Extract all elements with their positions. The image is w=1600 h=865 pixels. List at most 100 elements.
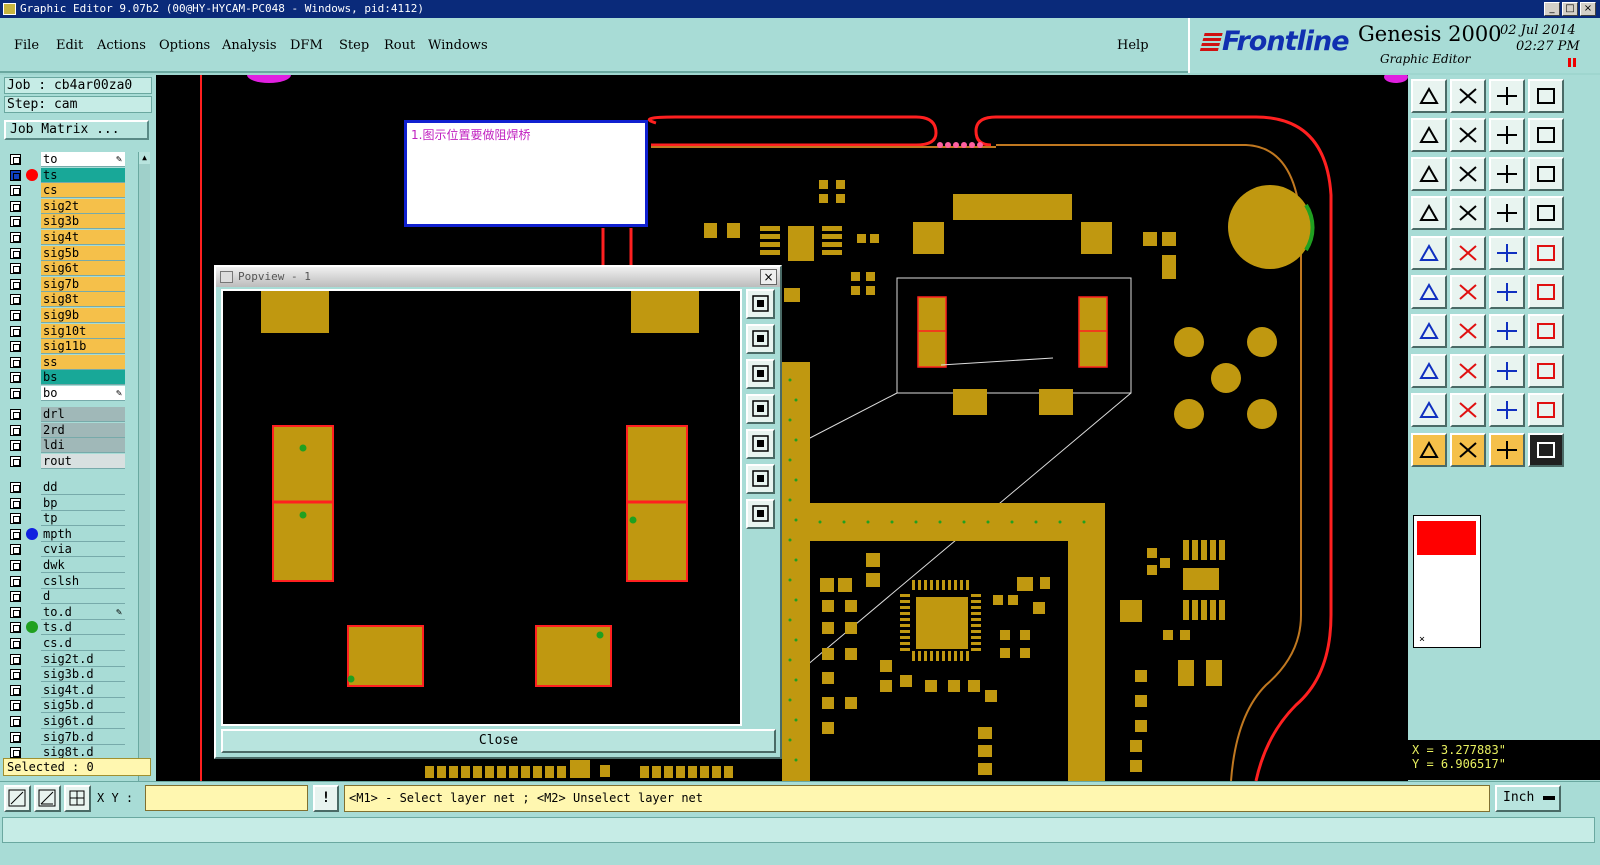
rotate-tool[interactable] xyxy=(1489,314,1525,348)
layer-checkbox[interactable] xyxy=(10,372,21,384)
layer-checkbox[interactable] xyxy=(10,482,21,493)
page-right-tool[interactable] xyxy=(1450,118,1486,152)
zoom-box-button[interactable] xyxy=(4,785,31,812)
layer-checkbox[interactable] xyxy=(10,424,21,436)
layer-checkbox[interactable] xyxy=(10,388,21,399)
layer-row[interactable]: sig2t xyxy=(5,198,125,214)
layer-checkbox[interactable] xyxy=(10,669,21,681)
units-dropdown[interactable]: Inch xyxy=(1495,785,1561,812)
layer-row[interactable]: sig11b xyxy=(5,339,125,355)
layer-name[interactable]: bs xyxy=(41,370,125,386)
layer-row[interactable]: bs xyxy=(5,370,125,386)
layer-row[interactable]: sig4t xyxy=(5,230,125,245)
pointer-edit-tool[interactable] xyxy=(1489,433,1525,467)
menu-windows[interactable]: Windows xyxy=(428,38,488,53)
layer-checkbox[interactable] xyxy=(10,232,21,243)
scroll-up-icon[interactable]: ▲ xyxy=(139,152,150,164)
layer-name[interactable]: sig2t xyxy=(41,198,125,214)
layer-checkbox[interactable] xyxy=(10,638,21,649)
layer-row[interactable]: sig6t.d xyxy=(5,714,125,729)
pointer-select-tool[interactable] xyxy=(1450,433,1486,467)
triangle-d-tool[interactable] xyxy=(1528,393,1564,427)
layer-name[interactable]: ts.d xyxy=(41,620,125,636)
zoom-center-tool[interactable] xyxy=(1450,157,1486,191)
layer-checkbox[interactable] xyxy=(10,544,21,556)
layer-row[interactable]: bo ✎ xyxy=(5,386,125,401)
layer-row[interactable]: sig7b.d xyxy=(5,729,125,745)
zoom-center-button[interactable] xyxy=(746,499,775,529)
menu-dfm[interactable]: DFM xyxy=(290,38,323,53)
popview-drawing[interactable] xyxy=(223,291,740,724)
ruler-tool[interactable] xyxy=(1489,236,1525,270)
layer-name[interactable]: sig7b xyxy=(41,276,125,292)
page-left-tool[interactable] xyxy=(1411,118,1447,152)
layer-row[interactable]: 2rd xyxy=(5,422,125,438)
layer-row[interactable]: ldi xyxy=(5,438,125,454)
layer-name[interactable]: sig4t.d xyxy=(41,682,125,698)
layer-name[interactable]: ss xyxy=(41,354,125,370)
layer-name[interactable]: sig6t.d xyxy=(41,714,125,729)
page-down-tool[interactable] xyxy=(1450,79,1486,113)
layer-checkbox[interactable] xyxy=(10,294,21,306)
layer-checkbox[interactable] xyxy=(10,653,21,665)
place-tool[interactable] xyxy=(1411,354,1447,388)
layer-checkbox[interactable] xyxy=(10,356,21,368)
redraw-tool[interactable] xyxy=(1489,118,1525,152)
layer-checkbox[interactable] xyxy=(10,278,21,290)
s-curve-tool[interactable] xyxy=(1528,118,1564,152)
layer-row[interactable]: cs.d xyxy=(5,636,125,651)
layer-row[interactable]: sig5b.d xyxy=(5,698,125,714)
layer-row[interactable]: ts.d xyxy=(5,620,125,636)
move-line-tool[interactable] xyxy=(1528,275,1564,309)
layer-name[interactable]: rout xyxy=(41,453,125,469)
add-line-tool[interactable] xyxy=(1450,236,1486,270)
layer-row[interactable]: ss xyxy=(5,354,125,370)
layer-name[interactable]: 2rd xyxy=(41,422,125,438)
layer-name[interactable]: sig11b xyxy=(41,339,125,355)
overview-viewport[interactable] xyxy=(1417,521,1476,555)
menu-file[interactable]: File xyxy=(14,38,39,53)
pause-icon[interactable] xyxy=(1568,58,1576,67)
menu-step[interactable]: Step xyxy=(339,38,369,53)
layer-checkbox[interactable] xyxy=(10,409,21,420)
layer-checkbox[interactable] xyxy=(10,622,21,634)
pointer-tool[interactable] xyxy=(1411,433,1447,467)
overview-navigator[interactable]: × xyxy=(1413,515,1481,648)
layer-checkbox[interactable] xyxy=(10,247,21,259)
triangle-a-tool[interactable] xyxy=(1411,393,1447,427)
layer-checkbox[interactable] xyxy=(10,716,21,727)
layer-checkbox[interactable] xyxy=(10,513,21,525)
maximize-button[interactable]: □ xyxy=(1562,2,1578,16)
layer-checkbox[interactable] xyxy=(10,325,21,337)
menu-analysis[interactable]: Analysis xyxy=(222,38,277,53)
grid-button[interactable] xyxy=(64,785,91,812)
menu-help[interactable]: Help xyxy=(1117,38,1149,53)
pan-left-button[interactable] xyxy=(746,394,775,424)
zoom-fit-tool[interactable] xyxy=(1411,157,1447,191)
layer-row[interactable]: sig3b xyxy=(5,214,125,230)
draw-diagonal-tool[interactable] xyxy=(1450,314,1486,348)
layer-row[interactable]: cvia xyxy=(5,542,125,558)
layer-name[interactable]: sig2t.d xyxy=(41,651,125,667)
layer-row[interactable]: sig7b xyxy=(5,276,125,292)
layer-name[interactable]: sig5b.d xyxy=(41,698,125,714)
layer-row[interactable]: sig6t xyxy=(5,261,125,277)
layer-checkbox[interactable] xyxy=(10,747,21,759)
pan-down-button[interactable] xyxy=(746,359,775,389)
layer-checkbox[interactable] xyxy=(10,341,21,353)
layer-row[interactable]: sig10t xyxy=(5,323,125,339)
layer-checkbox[interactable] xyxy=(10,169,21,181)
layer-row[interactable]: drl xyxy=(5,407,125,422)
layer-checkbox[interactable] xyxy=(10,700,21,712)
pan-up-button[interactable] xyxy=(746,324,775,354)
triangle-c-tool[interactable] xyxy=(1489,393,1525,427)
layer-name[interactable]: cs xyxy=(41,183,125,199)
layer-row[interactable]: sig8t xyxy=(5,292,125,308)
layer-name[interactable]: to ✎ xyxy=(41,152,125,167)
layer-checkbox[interactable] xyxy=(10,731,21,743)
layer-checkbox[interactable] xyxy=(10,497,21,509)
layer-row[interactable]: ts xyxy=(5,167,125,183)
layer-checkbox[interactable] xyxy=(10,185,21,197)
menu-edit[interactable]: Edit xyxy=(56,38,83,53)
layer-row[interactable]: sig5b xyxy=(5,245,125,261)
